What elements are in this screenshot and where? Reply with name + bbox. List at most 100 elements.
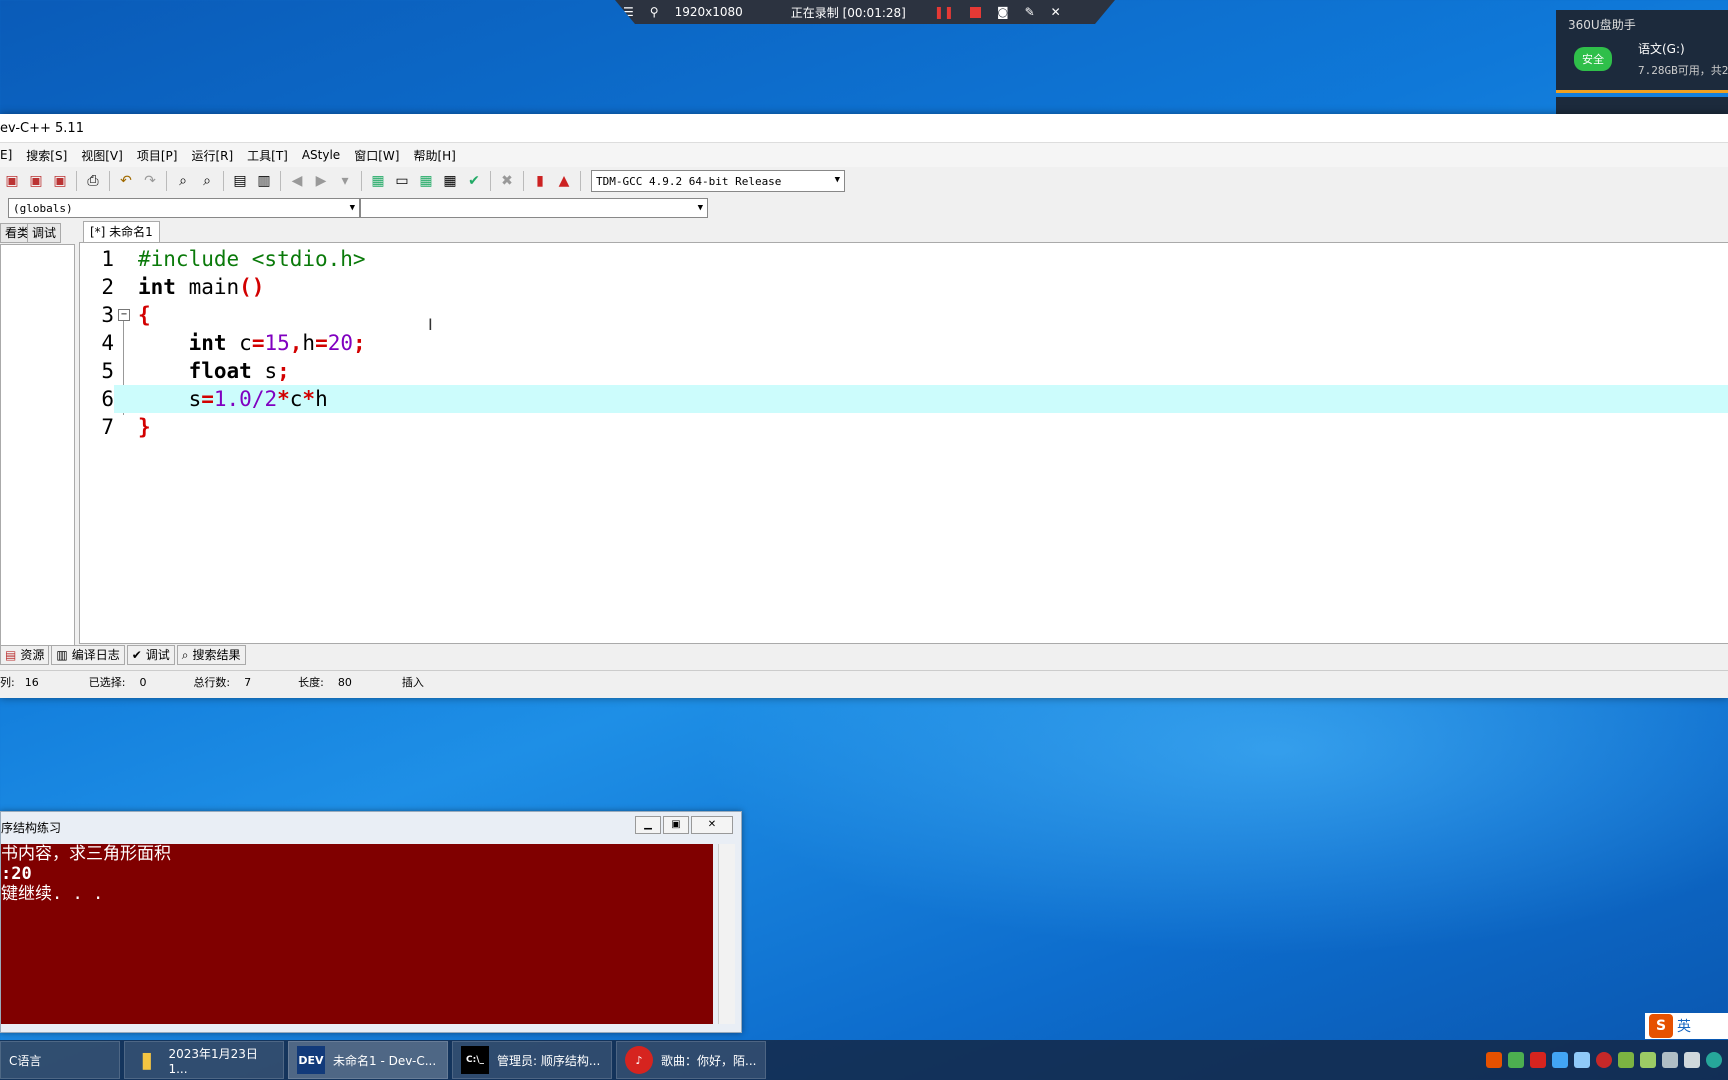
rebuild-icon[interactable]: ▦ <box>440 171 460 191</box>
close-project-icon[interactable]: ▣ <box>50 171 70 191</box>
menu-window[interactable]: 窗口[W] <box>347 147 406 164</box>
replace-icon[interactable]: ⌕ <box>197 171 217 191</box>
operator: ; <box>353 331 366 355</box>
usb-assistant-widget[interactable]: 360U盘助手 安全 语文(G:) 7.28GB可用，共2 <box>1556 10 1728 93</box>
operator: , <box>289 331 303 355</box>
bookmark-prev-icon[interactable]: ◀ <box>287 171 307 191</box>
class-browser-panel[interactable] <box>0 244 75 646</box>
menu-help[interactable]: 帮助[H] <box>406 147 462 164</box>
ime-indicator[interactable]: S 英 <box>1645 1013 1728 1039</box>
compiler-select[interactable]: TDM-GCC 4.9.2 64-bit Release ▼ <box>591 170 845 192</box>
check-syntax-icon[interactable]: ✔ <box>464 171 484 191</box>
toolbar-separator <box>523 171 524 191</box>
print-icon[interactable]: ⎙ <box>83 171 103 191</box>
undo-icon[interactable]: ↶ <box>116 171 136 191</box>
sogou-tray-icon[interactable] <box>1486 1052 1502 1068</box>
pin-icon[interactable]: ⚲ <box>650 5 659 19</box>
code-line: 5 float s; <box>80 357 1728 385</box>
menu-tools[interactable]: 工具[T] <box>240 147 295 164</box>
run-icon[interactable]: ▭ <box>392 171 412 191</box>
code-editor[interactable]: 1 #include <stdio.h> 2 int main() 3 − { … <box>79 242 1728 644</box>
menu-icon[interactable]: ☰ <box>623 5 634 19</box>
taskbar-item-label: 歌曲：你好，陌... <box>661 1053 757 1068</box>
minimize-icon[interactable]: ▁ <box>635 816 661 834</box>
check-icon: ✔ <box>131 648 142 662</box>
console-titlebar[interactable]: 序结构练习 <box>1 812 741 842</box>
tab-debug[interactable]: 调试 <box>27 223 62 243</box>
usb-tray-icon[interactable] <box>1508 1052 1524 1068</box>
code-text: s=1.0/2*c*h <box>138 385 328 413</box>
indent-icon[interactable]: ▤ <box>230 171 250 191</box>
stop-execution-icon[interactable]: ✖ <box>497 171 517 191</box>
line-number: 1 <box>101 247 114 271</box>
devcpp-window: ev-C++ 5.11 E] 搜索[S] 视图[V] 项目[P] 运行[R] 工… <box>0 114 1728 698</box>
function-select[interactable]: ▼ <box>360 198 708 218</box>
pen-icon[interactable]: ✎ <box>1025 5 1035 19</box>
goto-icon[interactable]: ▾ <box>335 171 355 191</box>
keyword: float <box>188 359 252 383</box>
stop-icon[interactable] <box>969 6 981 18</box>
redo-icon[interactable]: ↷ <box>140 171 160 191</box>
tab-compile-log[interactable]: ▥ 编译日志 <box>51 645 125 665</box>
taskbar-item-folder[interactable]: ▮ 2023年1月23日1... <box>124 1041 284 1079</box>
chat-tray-icon[interactable] <box>1706 1052 1722 1068</box>
status-mode: 插入 <box>401 676 424 689</box>
music-tray-icon[interactable] <box>1530 1052 1546 1068</box>
menu-run[interactable]: 运行[R] <box>184 147 240 164</box>
usb-widget-extra <box>1556 97 1728 115</box>
tab-untitled1[interactable]: [*] 未命名1 <box>83 221 160 242</box>
security-tray-icon[interactable] <box>1618 1052 1634 1068</box>
pause-icon[interactable]: ❚❚ <box>934 5 954 19</box>
close-icon[interactable]: ✕ <box>691 816 733 834</box>
line-number: 6 <box>80 385 114 413</box>
code-text: #include <stdio.h> <box>138 247 366 271</box>
compile-run-icon[interactable]: ▦ <box>416 171 436 191</box>
menu-astyle[interactable]: AStyle <box>295 148 347 162</box>
chevron-down-icon: ▼ <box>349 203 355 213</box>
menu-view[interactable]: 视图[V] <box>74 147 130 164</box>
menu-project[interactable]: 项目[P] <box>130 147 185 164</box>
display-tray-icon[interactable] <box>1662 1052 1678 1068</box>
close-file-icon[interactable]: ▣ <box>2 171 22 191</box>
console-scrollbar[interactable] <box>718 844 735 1024</box>
unindent-icon[interactable]: ▥ <box>254 171 274 191</box>
identifier: s <box>251 359 278 383</box>
taskbar-item-cmd[interactable]: C:\_ 管理员: 顺序结构... <box>452 1041 612 1079</box>
taskbar-item-c-language[interactable]: C语言 <box>0 1041 120 1079</box>
console-output[interactable]: 书内容，求三角形面积 :20 键继续. . . <box>1 844 713 1024</box>
cloud-tray-icon[interactable] <box>1552 1052 1568 1068</box>
cmd-icon: C:\_ <box>461 1046 489 1074</box>
camera-icon[interactable]: ◙ <box>997 5 1009 19</box>
bookmark-next-icon[interactable]: ▶ <box>311 171 331 191</box>
code-line-active: 6 s=1.0/2*c*h <box>80 385 1728 413</box>
code-line: 7 } <box>80 413 1728 441</box>
find-icon[interactable]: ⌕ <box>173 171 193 191</box>
desktop-background <box>600 690 1728 990</box>
tab-resources[interactable]: ▤ 资源 <box>0 645 50 665</box>
shield-tray-icon[interactable] <box>1640 1052 1656 1068</box>
record-tray-icon[interactable] <box>1596 1052 1612 1068</box>
scope-select[interactable]: (globals) ▼ <box>8 198 360 218</box>
compile-icon[interactable]: ▦ <box>368 171 388 191</box>
network-tray-icon[interactable] <box>1574 1052 1590 1068</box>
folder-icon: ▮ <box>140 1047 153 1073</box>
tab-debug-output[interactable]: ✔ 调试 <box>126 645 175 665</box>
tab-search-results[interactable]: ⌕ 搜索结果 <box>176 645 246 665</box>
close-icon[interactable]: ✕ <box>1051 5 1061 19</box>
volume-icon[interactable] <box>1684 1052 1700 1068</box>
taskbar-item-devcpp[interactable]: DEV 未命名1 - Dev-C... <box>288 1041 448 1079</box>
delete-profile-icon[interactable]: ▲ <box>554 171 574 191</box>
fold-toggle-icon[interactable]: − <box>118 309 130 321</box>
code-text: { <box>138 303 151 327</box>
tab-label: 搜索结果 <box>192 648 241 662</box>
profile-icon[interactable]: ▮ <box>530 171 550 191</box>
close-all-icon[interactable]: ▣ <box>26 171 46 191</box>
console-window[interactable]: 序结构练习 ▁ ▣ ✕ 书内容，求三角形面积 :20 键继续. . . <box>0 811 742 1033</box>
menu-edit[interactable]: E] <box>0 148 19 162</box>
taskbar-item-music[interactable]: ♪ 歌曲：你好，陌... <box>616 1041 766 1079</box>
toolbar-separator <box>280 171 281 191</box>
menu-search[interactable]: 搜索[S] <box>19 147 74 164</box>
devcpp-titlebar[interactable]: ev-C++ 5.11 <box>0 114 1728 143</box>
maximize-icon[interactable]: ▣ <box>663 816 689 834</box>
